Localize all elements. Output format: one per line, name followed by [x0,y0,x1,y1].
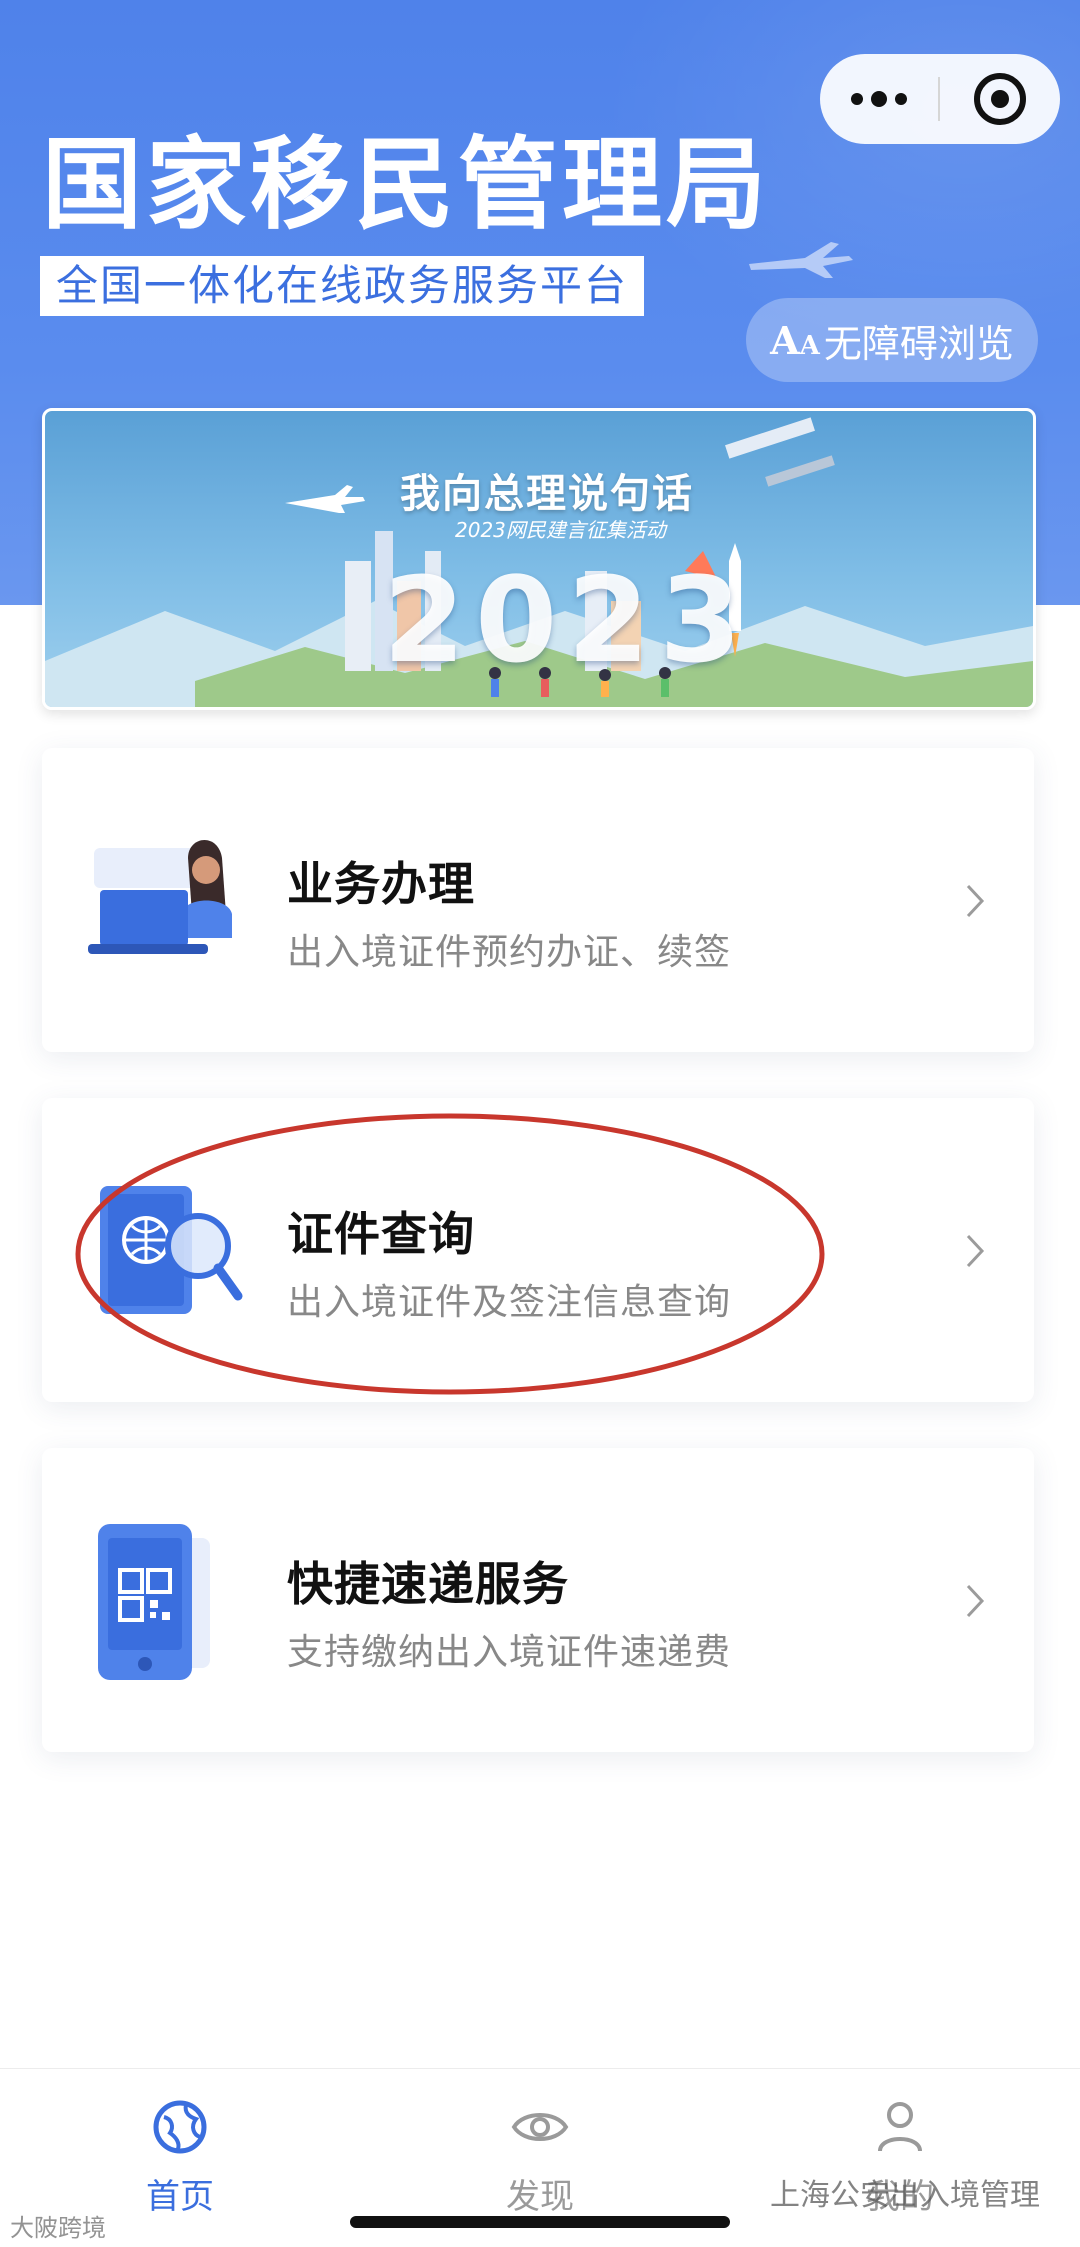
chevron-right-icon [966,1584,985,1618]
banner-year: 2023 [383,551,752,689]
more-dots-icon[interactable] [820,54,938,144]
miniprogram-capsule [820,54,1060,144]
service-description: 支持缴纳出入境证件速递费 [287,1632,732,1673]
banner-subline: 2023网民建言征集活动 [455,518,666,542]
target-close-icon [974,73,1026,125]
watermark-right: 上海公安出入境管理 [770,2178,1040,2213]
chevron-right-icon [966,884,985,918]
user-icon [878,2102,922,2152]
text-size-icon: AA [770,317,820,363]
eye-icon [511,2113,569,2141]
promo-banner[interactable]: 我向总理说句话 2023网民建言征集活动 2023 [42,408,1036,710]
annotation-ellipse [75,1113,825,1395]
tab-mine[interactable]: 我的 [820,2097,980,2237]
tab-home-label: 首页 [146,2177,214,2217]
service-description: 出入境证件预约办证、续签 [287,932,732,973]
globe-icon [153,2100,207,2154]
chevron-right-icon [966,1234,985,1268]
app-subtitle: 全国一体化在线政务服务平台 [40,256,645,316]
service-title: 快捷速递服务 [287,1557,569,1611]
service-title: 业务办理 [287,857,475,911]
tab-discover-label: 发现 [506,2177,574,2217]
laptop-person-icon [88,839,232,954]
close-miniprogram-button[interactable] [940,54,1060,144]
service-card-express-delivery[interactable]: 快捷速递服务 支持缴纳出入境证件速递费 [42,1448,1034,1752]
banner-headline: 我向总理说句话 [400,470,694,517]
tab-home[interactable]: 首页 [100,2097,260,2237]
accessibility-label: 无障碍浏览 [823,321,1014,366]
app-title: 国家移民管理局 [42,126,770,243]
home-indicator [350,2216,730,2228]
airplane-icon [749,242,853,278]
accessibility-button[interactable]: AA 无障碍浏览 [746,298,1038,382]
service-card-business[interactable]: 业务办理 出入境证件预约办证、续签 [42,748,1034,1052]
watermark-left: 大陂跨境 [10,2214,106,2242]
phone-qrcode-icon [98,1524,210,1680]
